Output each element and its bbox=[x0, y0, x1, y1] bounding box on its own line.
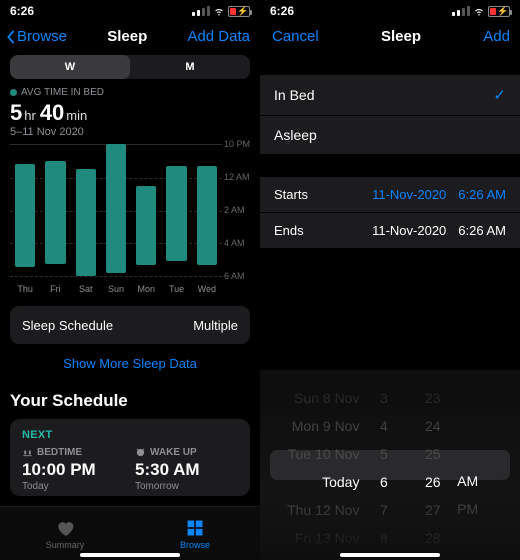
home-indicator[interactable] bbox=[80, 553, 180, 557]
wifi-icon bbox=[213, 5, 225, 17]
wakeup-label: WAKE UP bbox=[150, 447, 197, 458]
date-range: 5–11 Nov 2020 bbox=[10, 126, 250, 138]
add-data-button[interactable]: Add Data bbox=[187, 28, 250, 45]
status-right: ⚡ bbox=[192, 5, 250, 17]
wifi-icon bbox=[473, 5, 485, 17]
nav-title: Sleep bbox=[107, 28, 147, 45]
nav-bar: Browse Sleep Add Data bbox=[0, 22, 260, 55]
starts-date: 11-Nov-2020 bbox=[372, 187, 446, 202]
sleep-schedule-value: Multiple bbox=[193, 318, 238, 333]
ends-time: 6:26 AM bbox=[458, 223, 506, 238]
status-bar: 6:26 ⚡ bbox=[0, 0, 260, 22]
picker-minute-column[interactable]: 232425262728 bbox=[408, 386, 457, 550]
picker-hour-column[interactable]: 345678 bbox=[359, 386, 408, 550]
sleep-schedule-label: Sleep Schedule bbox=[22, 318, 113, 333]
heart-icon bbox=[54, 518, 76, 538]
chevron-left-icon bbox=[6, 30, 16, 44]
next-label: Next bbox=[22, 429, 238, 441]
your-schedule-title: Your Schedule bbox=[10, 385, 250, 419]
back-button[interactable]: Browse bbox=[6, 28, 67, 45]
avg-label: AVG TIME IN BED bbox=[21, 87, 104, 98]
segment-week[interactable]: W bbox=[10, 55, 130, 79]
starts-time: 6:26 AM bbox=[458, 187, 506, 202]
option-in-bed[interactable]: In Bed ✓ bbox=[260, 75, 520, 116]
period-segment[interactable]: W M bbox=[10, 55, 250, 79]
starts-row[interactable]: Starts 11-Nov-2020 6:26 AM bbox=[260, 177, 520, 213]
show-more-link[interactable]: Show More Sleep Data bbox=[10, 344, 250, 385]
ends-date: 11-Nov-2020 bbox=[372, 223, 446, 238]
sleep-overview-screen: 6:26 ⚡ Browse Sleep Add Data W M AVG TIM bbox=[0, 0, 260, 560]
bedtime-sub: Today bbox=[22, 481, 125, 492]
option-asleep[interactable]: Asleep bbox=[260, 116, 520, 155]
battery-charging-icon: ⚡ bbox=[488, 6, 510, 17]
series-dot-icon bbox=[10, 89, 17, 96]
wakeup-value: 5:30 AM bbox=[135, 460, 238, 480]
nav-bar-modal: Cancel Sleep Add bbox=[260, 22, 520, 55]
cellular-icon bbox=[192, 6, 210, 16]
time-range-list: Starts 11-Nov-2020 6:26 AM Ends 11-Nov-2… bbox=[260, 177, 520, 249]
tab-bar: Summary Browse bbox=[0, 506, 260, 560]
add-sleep-data-screen: 6:26 ⚡ Cancel Sleep Add In Bed ✓ Asleep bbox=[260, 0, 520, 560]
status-time: 6:26 bbox=[10, 4, 34, 18]
bedtime-value: 10:00 PM bbox=[22, 460, 125, 480]
segment-month[interactable]: M bbox=[130, 55, 250, 79]
datetime-picker[interactable]: Sun 8 NovMon 9 NovTue 10 NovTodayThu 12 … bbox=[260, 370, 520, 560]
status-bar: 6:26 ⚡ bbox=[260, 0, 520, 22]
add-button[interactable]: Add bbox=[483, 28, 510, 45]
picker-day-column[interactable]: Sun 8 NovMon 9 NovTue 10 NovTodayThu 12 … bbox=[274, 386, 359, 550]
sleep-chart[interactable]: 10 PM12 AM2 AM4 AM6 AM ThuFriSatSunMonTu… bbox=[10, 144, 250, 294]
bedtime-icon bbox=[22, 447, 33, 458]
cellular-icon bbox=[452, 6, 470, 16]
wakeup-sub: Tomorrow bbox=[135, 481, 238, 492]
picker-ampm-column[interactable]: AMPM bbox=[457, 386, 506, 550]
nav-title: Sleep bbox=[381, 28, 421, 45]
bedtime-label: BEDTIME bbox=[37, 447, 82, 458]
grid-icon bbox=[184, 518, 206, 538]
sleep-schedule-row[interactable]: Sleep Schedule Multiple bbox=[10, 306, 250, 344]
wakeup-icon bbox=[135, 447, 146, 458]
status-time: 6:26 bbox=[270, 4, 294, 18]
avg-value: 5hr 40min bbox=[10, 100, 250, 126]
home-indicator[interactable] bbox=[340, 553, 440, 557]
ends-row[interactable]: Ends 11-Nov-2020 6:26 AM bbox=[260, 213, 520, 249]
sleep-type-list: In Bed ✓ Asleep bbox=[260, 75, 520, 155]
cancel-button[interactable]: Cancel bbox=[272, 28, 319, 45]
checkmark-icon: ✓ bbox=[493, 86, 506, 104]
back-label: Browse bbox=[17, 28, 67, 45]
battery-charging-icon: ⚡ bbox=[228, 6, 250, 17]
schedule-card[interactable]: Next BEDTIME 10:00 PM Today WAKE UP bbox=[10, 419, 250, 496]
